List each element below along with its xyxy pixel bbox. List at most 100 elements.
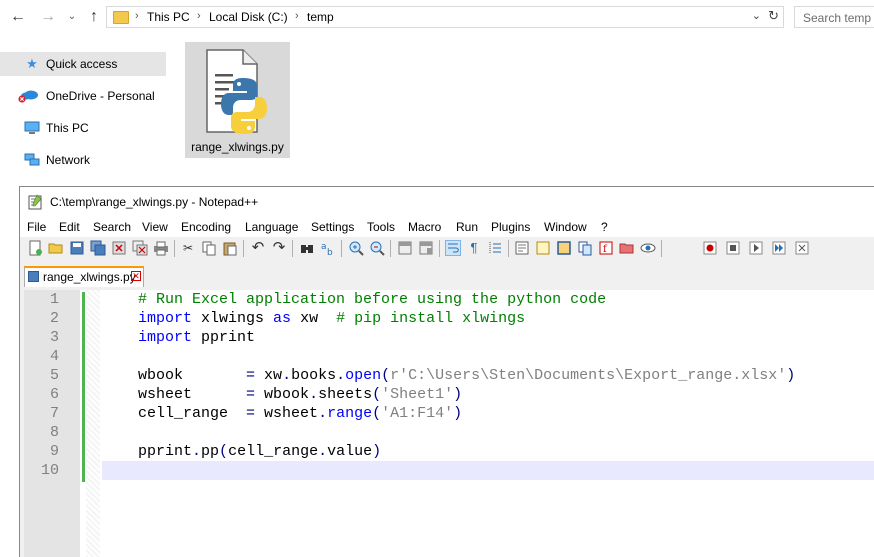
breadcrumb-separator-icon[interactable]: › <box>197 10 201 22</box>
recent-locations-chevron-icon[interactable]: ⌄ <box>62 6 82 28</box>
word-wrap-icon[interactable] <box>445 240 461 256</box>
close-file-icon[interactable] <box>111 240 127 256</box>
menu-encoding[interactable]: Encoding <box>181 220 231 234</box>
code-token: pp <box>201 443 220 460</box>
code-token: . <box>336 367 346 384</box>
menu-window[interactable]: Window <box>544 220 587 234</box>
code-editor[interactable]: 1 # Run Excel application before using t… <box>24 290 874 557</box>
find-icon[interactable] <box>299 240 315 256</box>
document-list-icon[interactable] <box>556 240 572 256</box>
code-line[interactable]: 1 # Run Excel application before using t… <box>24 290 874 309</box>
breadcrumb-temp[interactable]: temp <box>307 10 334 24</box>
code-line[interactable]: 3 import pprint <box>24 328 874 347</box>
code-token: = <box>246 386 256 403</box>
menu-run[interactable]: Run <box>456 220 478 234</box>
code-token: pprint <box>192 329 256 346</box>
stop-recording-icon[interactable] <box>725 240 741 256</box>
indent-guide-icon[interactable] <box>487 240 503 256</box>
forward-arrow-icon[interactable]: → <box>38 6 58 28</box>
menu-macro[interactable]: Macro <box>408 220 441 234</box>
menu-tools[interactable]: Tools <box>367 220 395 234</box>
folder-icon <box>113 11 129 24</box>
code-token: . <box>318 443 328 460</box>
code-line[interactable]: 5 wbook = xw.books.open(r'C:\Users\Sten\… <box>24 366 874 385</box>
svg-text:b: b <box>327 248 333 256</box>
code-token: 'A1:F14' <box>381 405 454 422</box>
cut-icon[interactable]: ✂ <box>180 240 196 256</box>
breadcrumb-separator-icon[interactable]: › <box>295 10 299 22</box>
line-number: 1 <box>49 291 59 308</box>
address-dropdown-icon[interactable]: ⌄ <box>752 9 761 22</box>
breadcrumb-this-pc[interactable]: This PC <box>147 10 190 24</box>
define-language-icon[interactable] <box>514 240 530 256</box>
document-map-icon[interactable] <box>535 240 551 256</box>
save-all-icon[interactable] <box>90 240 106 256</box>
menu-plugins[interactable]: Plugins <box>491 220 530 234</box>
menu-language[interactable]: Language <box>245 220 298 234</box>
address-bar[interactable]: › This PC › Local Disk (C:) › temp ⌄ ↻ <box>106 6 784 28</box>
breadcrumb-local-disk[interactable]: Local Disk (C:) <box>209 10 288 24</box>
sync-horizontal-icon[interactable] <box>418 240 434 256</box>
redo-icon[interactable]: ↷ <box>271 240 287 256</box>
file-item-range-xlwings[interactable]: range_xlwings.py <box>185 42 290 158</box>
folder-as-workspace-icon[interactable] <box>619 240 635 256</box>
file-name-label: range_xlwings.py <box>191 140 284 154</box>
open-file-icon[interactable] <box>48 240 64 256</box>
refresh-icon[interactable]: ↻ <box>768 8 779 24</box>
zoom-in-icon[interactable] <box>348 240 364 256</box>
close-all-icon[interactable] <box>132 240 148 256</box>
sidebar-item-this-pc[interactable]: This PC <box>0 116 166 140</box>
replace-icon[interactable]: ab <box>320 240 336 258</box>
function-list-icon[interactable]: f <box>598 240 614 256</box>
sidebar-item-network[interactable]: Network <box>0 148 166 172</box>
search-input[interactable]: Search temp <box>794 6 874 28</box>
code-line[interactable]: 8 <box>24 423 874 442</box>
notepad-plus-plus-window: C:\temp\range_xlwings.py - Notepad++ Fil… <box>19 186 874 557</box>
code-token: wbook <box>102 367 247 384</box>
sidebar-item-quick-access[interactable]: ★ Quick access <box>0 52 166 76</box>
sync-vertical-icon[interactable] <box>397 240 413 256</box>
code-line[interactable]: 7 cell_range = wsheet.range('A1:F14') <box>24 404 874 423</box>
undo-icon[interactable]: ↶ <box>250 240 266 256</box>
save-icon[interactable] <box>69 240 85 256</box>
code-token: wsheet <box>255 405 319 422</box>
code-line[interactable]: 6 wsheet = wbook.sheets('Sheet1') <box>24 385 874 404</box>
run-macro-multiple-icon[interactable] <box>771 240 787 256</box>
code-token: wbook <box>255 386 310 403</box>
menu-view[interactable]: View <box>142 220 168 234</box>
clipboard-history-icon[interactable] <box>577 240 593 256</box>
paste-icon[interactable] <box>222 240 238 256</box>
window-title-bar[interactable]: C:\temp\range_xlwings.py - Notepad++ <box>20 187 874 217</box>
menu-edit[interactable]: Edit <box>59 220 80 234</box>
code-token: r'C:\Users\Sten\Documents\Export_range.x… <box>390 367 787 384</box>
code-line[interactable]: 2 import xlwings as xw # pip install xlw… <box>24 309 874 328</box>
breadcrumb-separator-icon[interactable]: › <box>135 10 139 22</box>
sidebar-item-onedrive[interactable]: OneDrive - Personal <box>0 84 166 108</box>
show-all-characters-icon[interactable]: ¶ <box>466 240 482 256</box>
print-icon[interactable] <box>153 240 169 256</box>
code-line[interactable]: 10 <box>24 461 874 480</box>
copy-icon[interactable] <box>201 240 217 256</box>
back-arrow-icon[interactable]: ← <box>8 6 28 28</box>
record-macro-icon[interactable] <box>702 240 718 256</box>
playback-macro-icon[interactable] <box>748 240 764 256</box>
menu-search[interactable]: Search <box>93 220 131 234</box>
line-number: 3 <box>49 329 59 346</box>
new-file-icon[interactable] <box>27 240 43 256</box>
code-line[interactable]: 9 pprint.pp(cell_range.value) <box>24 442 874 461</box>
menu-help[interactable]: ? <box>601 220 608 234</box>
onedrive-icon <box>18 89 40 103</box>
close-tab-icon[interactable]: ✕ <box>131 271 141 281</box>
code-line[interactable]: 4 <box>24 347 874 366</box>
computer-icon <box>24 121 40 135</box>
monitoring-icon[interactable] <box>640 240 656 256</box>
up-arrow-icon[interactable]: ↑ <box>84 6 104 28</box>
menu-file[interactable]: File <box>27 220 46 234</box>
zoom-out-icon[interactable] <box>369 240 385 256</box>
menu-settings[interactable]: Settings <box>311 220 354 234</box>
save-macro-icon[interactable] <box>794 240 810 256</box>
code-token: 'Sheet1' <box>381 386 454 403</box>
sidebar-item-label: OneDrive - Personal <box>46 89 155 103</box>
tab-range-xlwings[interactable]: range_xlwings.py ✕ <box>24 266 144 287</box>
